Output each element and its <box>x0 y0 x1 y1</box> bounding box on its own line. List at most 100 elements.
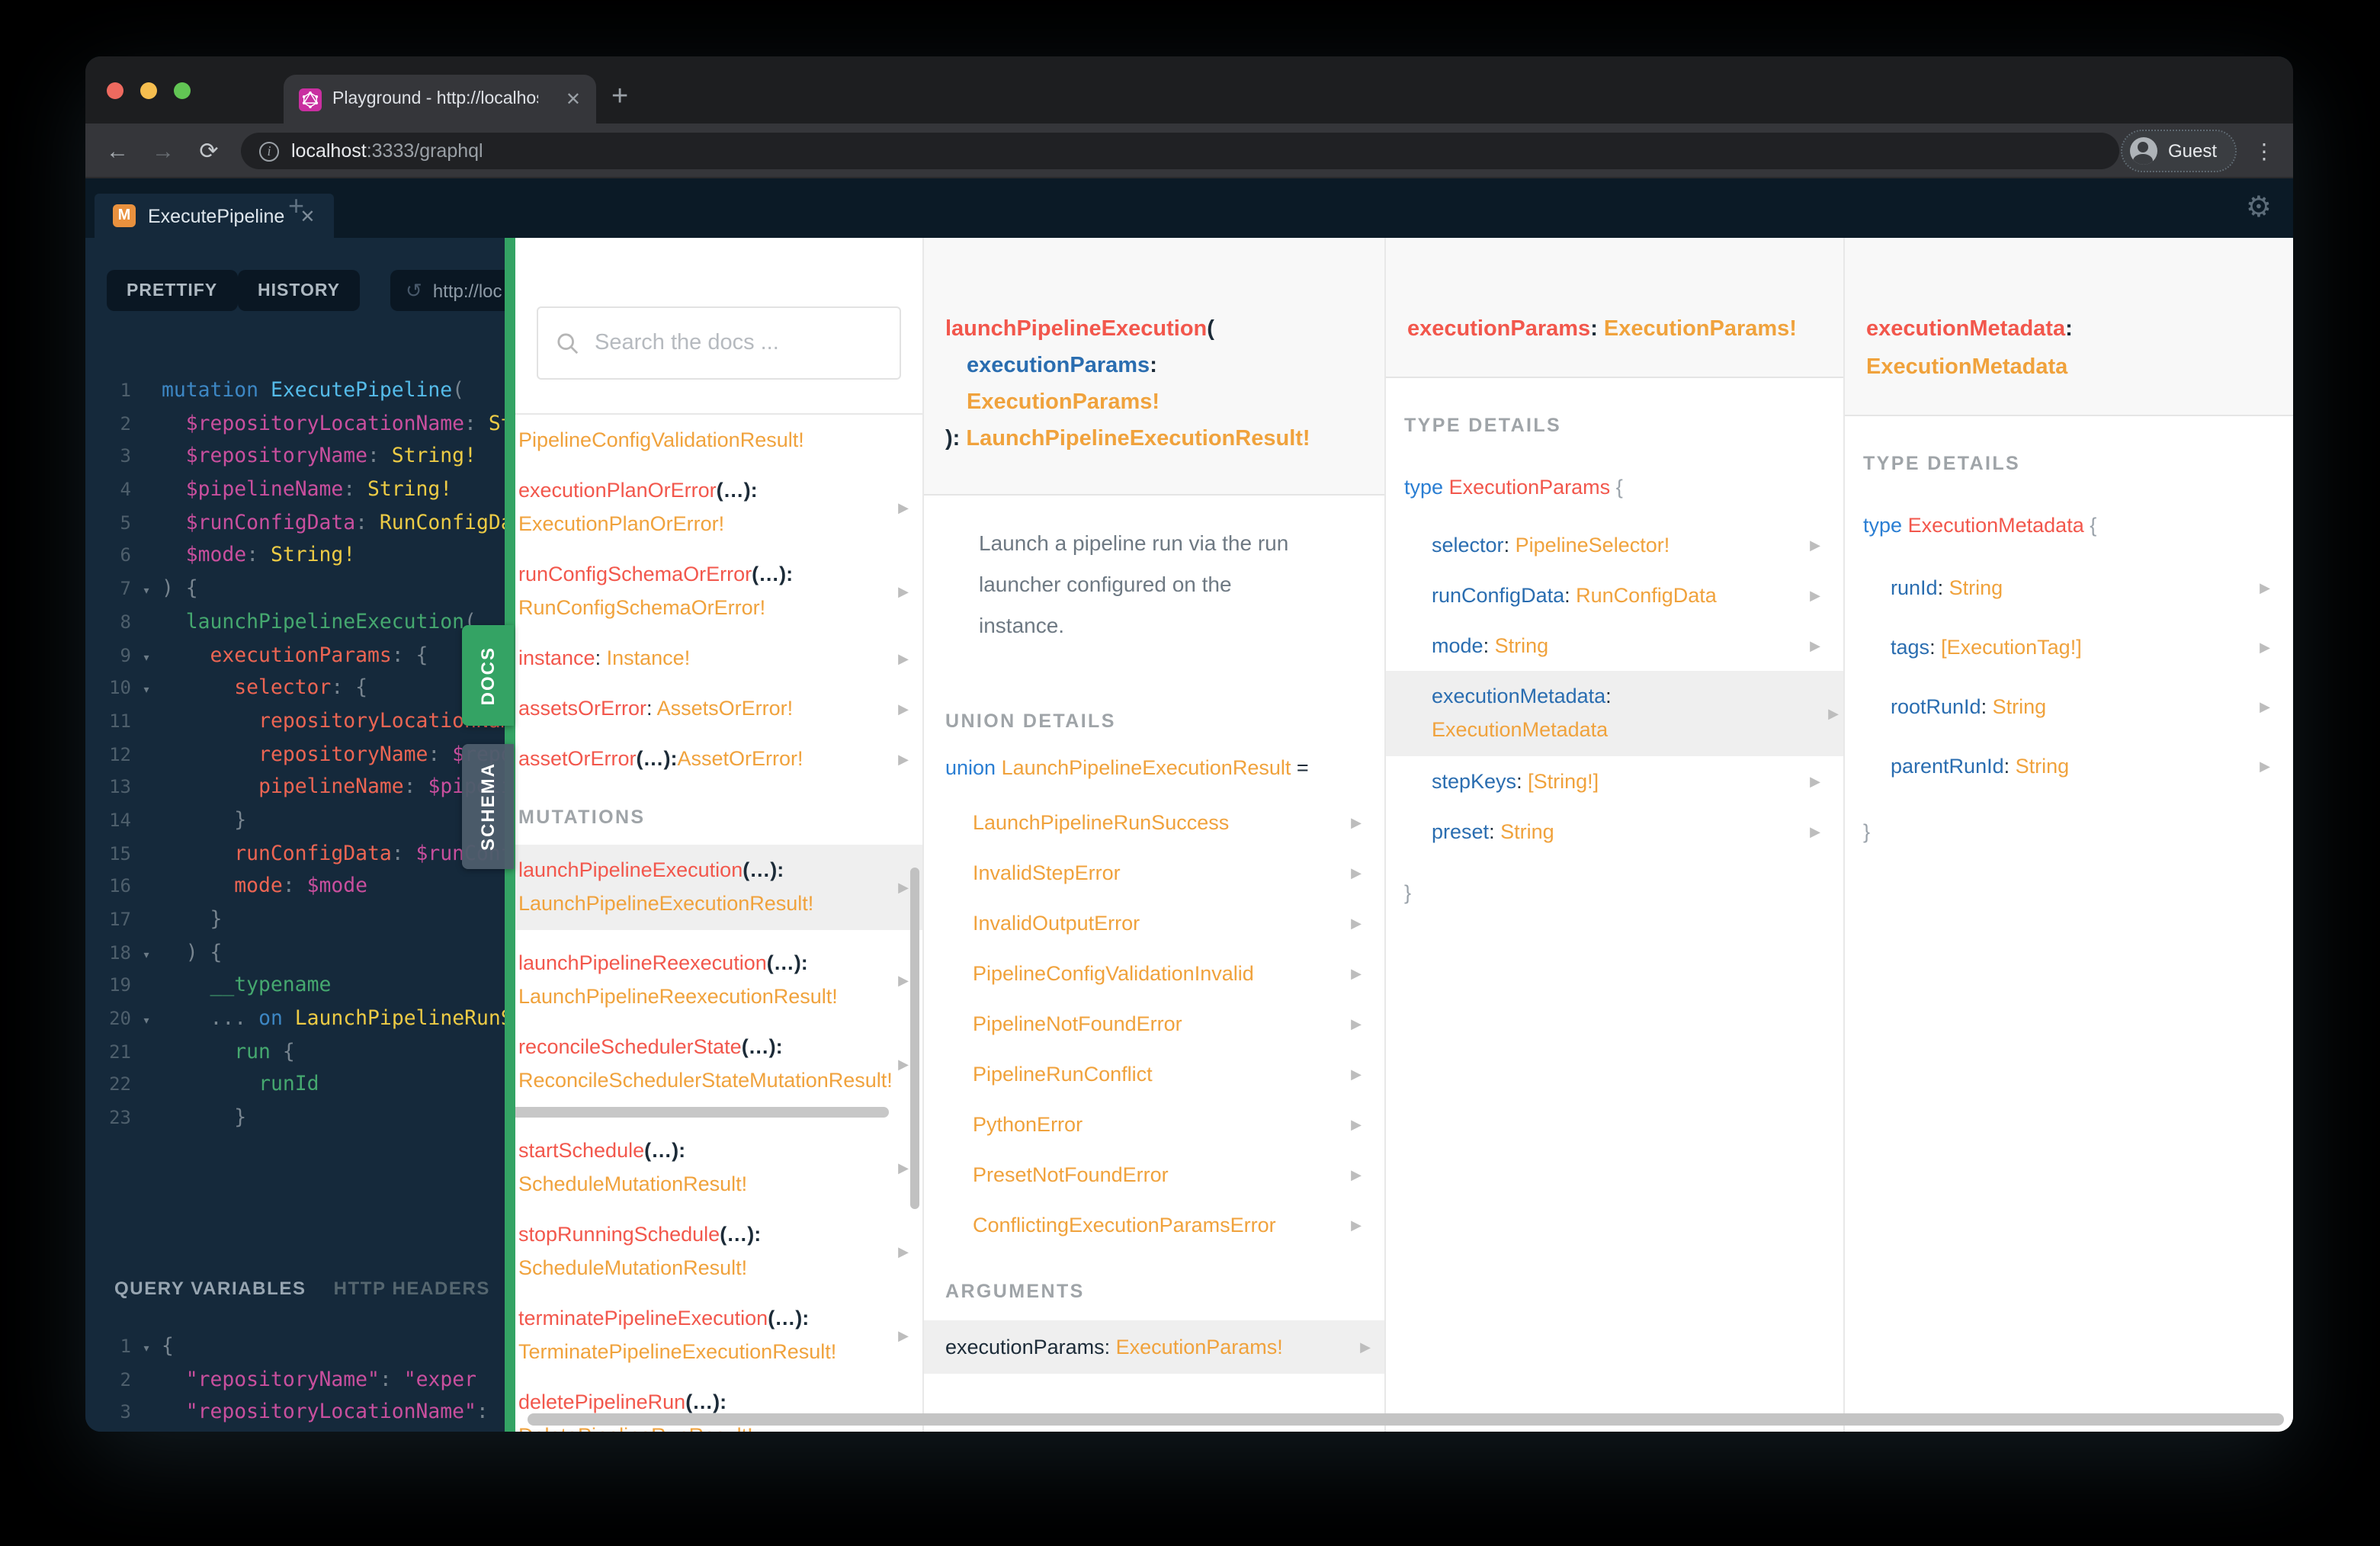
doc-field-runConfigSchemaOrError[interactable]: runConfigSchemaOrError(…): RunConfigSchem… <box>515 558 922 625</box>
fold-arrow-icon[interactable]: ▾ <box>131 643 162 675</box>
union-member-InvalidOutputError[interactable]: InvalidOutputError ▶ <box>973 898 1366 948</box>
variables-editor-lines[interactable]: 1 ▾{2 "repositoryName": "exper 3 "reposito… <box>85 1331 505 1432</box>
fold-arrow-icon[interactable]: ▾ <box>131 940 162 973</box>
code-line[interactable]: 18 ▾ ) { <box>85 937 505 970</box>
type-field-runId[interactable]: runId: String ▶ <box>1891 558 2275 617</box>
argument-row-executionparams[interactable]: executionParams: ExecutionParams! ▶ <box>924 1320 1384 1374</box>
code-line[interactable]: 1 mutation ExecutePipeline( <box>85 375 505 408</box>
code-text: run { <box>162 1041 294 1064</box>
union-member-InvalidStepError[interactable]: InvalidStepError ▶ <box>973 848 1366 898</box>
union-member-ConflictingExecutionParamsError[interactable]: ConflictingExecutionParamsError ▶ <box>973 1200 1366 1250</box>
type-field-stepKeys[interactable]: stepKeys: [String!] ▶ <box>1432 756 1825 807</box>
code-line[interactable]: 19 __typename <box>85 970 505 1003</box>
type-field-rootRunId[interactable]: rootRunId: String ▶ <box>1891 677 2275 736</box>
schema-side-tab[interactable]: SCHEMA <box>462 744 514 869</box>
docs-side-tab[interactable]: DOCS <box>462 625 514 726</box>
doc-field-stopRunningSchedule[interactable]: stopRunningSchedule(…): ScheduleMutationR… <box>515 1218 922 1285</box>
code-line[interactable]: 2 "repositoryName": "exper <box>85 1364 505 1397</box>
doc-field-startSchedule[interactable]: startSchedule(…): ScheduleMutationResult!… <box>515 1134 922 1201</box>
doc-field-launchPipelineReexecution[interactable]: launchPipelineReexecution(…): LaunchPipel… <box>515 947 922 1014</box>
code-line[interactable]: 16 mode: $mode <box>85 871 505 904</box>
pane1-horizontal-scrollbar[interactable] <box>515 1107 889 1118</box>
reload-icon[interactable]: ⟳ <box>189 123 229 178</box>
address-bar[interactable]: i localhost:3333/graphql <box>241 133 2119 169</box>
type-field-parentRunId[interactable]: parentRunId: String ▶ <box>1891 736 2275 796</box>
code-line[interactable]: 15 runConfigData: $runConfigData <box>85 838 505 871</box>
doc-field-launchPipelineExecution[interactable]: launchPipelineExecution(…): LaunchPipelin… <box>515 845 922 930</box>
code-line[interactable]: 17 } <box>85 904 505 937</box>
type-field-executionMetadata[interactable]: executionMetadata: ExecutionMetadata ▶ <box>1386 671 1843 756</box>
code-line[interactable]: 1 ▾{ <box>85 1331 505 1364</box>
type-field-tags[interactable]: tags: [ExecutionTag!] ▶ <box>1891 617 2275 677</box>
pane1-vertical-scrollbar[interactable] <box>910 868 919 1209</box>
field-type: Instance! <box>606 646 691 669</box>
code-line[interactable]: 8 launchPipelineExecution( <box>85 607 505 640</box>
docs-horizontal-scrollbar[interactable] <box>528 1413 2284 1426</box>
traffic-light-zoom-icon[interactable] <box>174 82 191 98</box>
type-field-mode[interactable]: mode: String ▶ <box>1432 621 1825 671</box>
code-line[interactable]: 4 $pipelineName: String! <box>85 474 505 507</box>
union-member-PresetNotFoundError[interactable]: PresetNotFoundError ▶ <box>973 1150 1366 1200</box>
type-field-selector[interactable]: selector: PipelineSelector! ▶ <box>1432 520 1825 570</box>
endpoint-reload-icon[interactable]: ↺ <box>406 278 422 303</box>
forward-icon[interactable]: → <box>143 123 183 178</box>
docs-search-box[interactable]: Search the docs ... <box>537 306 901 380</box>
code-line[interactable]: 13 pipelineName: $pipelineName <box>85 772 505 805</box>
code-line[interactable]: 2 $repositoryLocationName: String! <box>85 408 505 441</box>
fold-arrow-icon[interactable]: ▾ <box>131 675 162 708</box>
traffic-light-minimize-icon[interactable] <box>140 82 157 98</box>
new-tab-button[interactable]: + <box>611 76 628 119</box>
code-line[interactable]: 9 ▾ executionParams: { <box>85 640 505 672</box>
union-member-PipelineConfigValidationInvalid[interactable]: PipelineConfigValidationInvalid ▶ <box>973 948 1366 999</box>
code-line[interactable]: 12 repositoryName: $repositoryName <box>85 739 505 771</box>
doc-field-assetOrError[interactable]: assetOrError(…):AssetOrError! ▶ <box>515 743 922 776</box>
history-button[interactable]: HISTORY <box>238 270 360 311</box>
code-line[interactable]: 5 $runConfigData: RunConfigData! <box>85 508 505 540</box>
union-member-LaunchPipelineRunSuccess[interactable]: LaunchPipelineRunSuccess ▶ <box>973 797 1366 848</box>
doc-field-instance[interactable]: instance: Instance! ▶ <box>515 642 922 675</box>
code-line[interactable]: 20▾ ... on LaunchPipelineRunSuccess { <box>85 1003 505 1036</box>
fold-arrow-icon[interactable]: ▾ <box>131 1006 162 1039</box>
union-member-PythonError[interactable]: PythonError ▶ <box>973 1099 1366 1150</box>
prettify-button[interactable]: PRETTIFY <box>107 270 238 311</box>
fold-arrow-icon[interactable]: ▾ <box>131 576 162 609</box>
code-line[interactable]: 11 repositoryLocationName: $repositoryLo… <box>85 706 505 739</box>
code-line[interactable]: 6 $mode: String! <box>85 540 505 573</box>
endpoint-input[interactable]: ↺ http://loc <box>390 270 505 311</box>
fold-arrow-icon[interactable]: ▾ <box>131 1334 162 1367</box>
query-editor-lines[interactable]: 1 mutation ExecutePipeline(2 $repository… <box>85 375 505 1136</box>
chevron-right-icon: ▶ <box>898 1057 909 1072</box>
code-line[interactable]: 4 "pipelineName": "metrics <box>85 1430 505 1432</box>
type-field-preset[interactable]: preset: String ▶ <box>1432 807 1825 857</box>
doc-field-partial[interactable]: PipelineConfigValidationResult! <box>515 424 922 457</box>
code-line[interactable]: 21 run { <box>85 1037 505 1070</box>
browser-tab[interactable]: Playground - http://localhost:3 ✕ <box>284 75 596 123</box>
code-line[interactable]: 14 } <box>85 805 505 838</box>
traffic-light-close-icon[interactable] <box>107 82 123 98</box>
tab-http-headers[interactable]: HTTP HEADERS <box>334 1278 490 1299</box>
type-field-runConfigData[interactable]: runConfigData: RunConfigData ▶ <box>1432 570 1825 621</box>
new-session-button[interactable]: + <box>288 191 304 223</box>
back-icon[interactable]: ← <box>98 123 137 178</box>
union-member-PipelineRunConflict[interactable]: PipelineRunConflict ▶ <box>973 1049 1366 1099</box>
union-member-PipelineNotFoundError[interactable]: PipelineNotFoundError ▶ <box>973 999 1366 1049</box>
doc-field-executionPlanOrError[interactable]: executionPlanOrError(…): ExecutionPlanOrE… <box>515 474 922 541</box>
code-line[interactable]: 3 $repositoryName: String! <box>85 441 505 474</box>
field-args: (…): <box>768 1307 810 1329</box>
site-info-icon[interactable]: i <box>259 141 279 161</box>
code-line[interactable]: 7 ▾) { <box>85 573 505 606</box>
tab-query-variables[interactable]: QUERY VARIABLES <box>114 1278 306 1299</box>
code-line[interactable]: 22 runId <box>85 1070 505 1102</box>
doc-field-reconcileSchedulerState[interactable]: reconcileSchedulerState(…): ReconcileSche… <box>515 1031 922 1098</box>
profile-button[interactable]: Guest <box>2120 130 2237 172</box>
field-type: AssetOrError! <box>677 747 803 770</box>
code-line[interactable]: 10 ▾ selector: { <box>85 672 505 705</box>
tab-close-icon[interactable]: ✕ <box>566 88 581 110</box>
code-line[interactable]: 3 "repositoryLocationName": <box>85 1397 505 1430</box>
settings-gear-icon[interactable]: ⚙ <box>2246 191 2272 226</box>
doc-field-assetsOrError[interactable]: assetsOrError: AssetsOrError! ▶ <box>515 692 922 726</box>
browser-menu-icon[interactable]: ⋮ <box>2253 139 2275 165</box>
doc-field-terminatePipelineExecution[interactable]: terminatePipelineExecution(…): TerminateP… <box>515 1302 922 1369</box>
code-line[interactable]: 23 } <box>85 1102 505 1135</box>
field-colon: : <box>2003 755 2016 778</box>
